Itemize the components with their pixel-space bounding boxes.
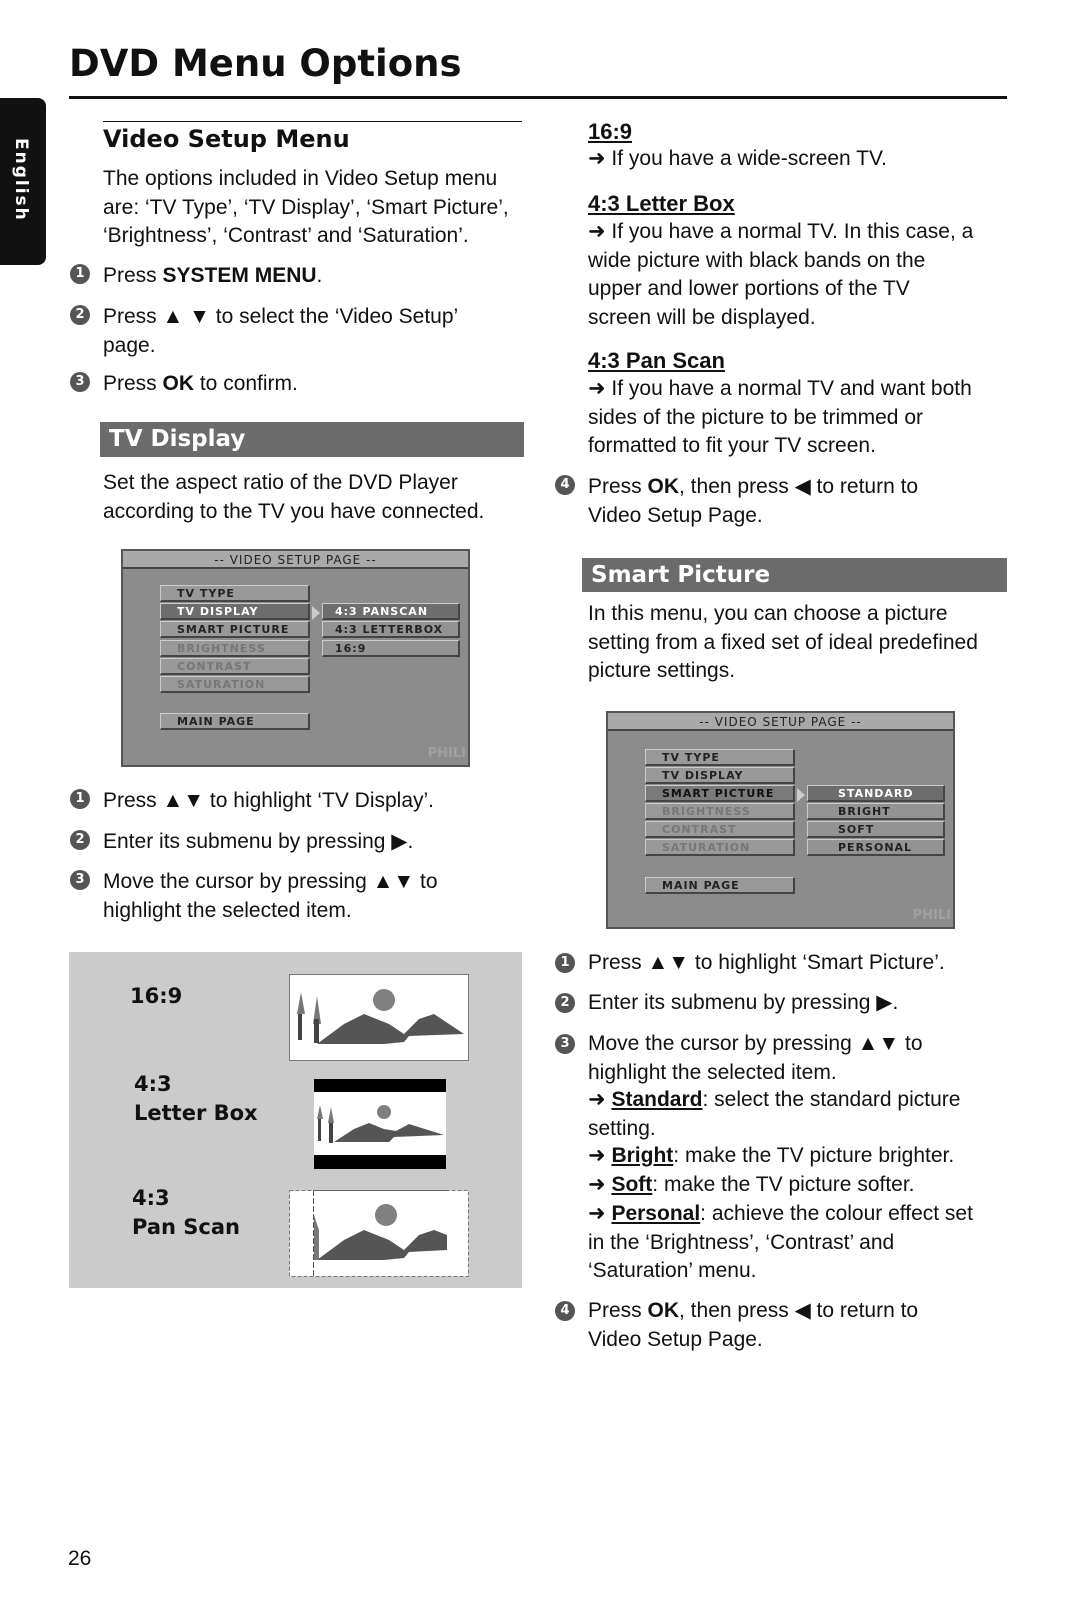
osd-item: SATURATION: [160, 676, 310, 693]
section-heading: Video Setup Menu: [103, 125, 350, 153]
smart-picture-intro: In this menu, you can choose a picture se…: [588, 602, 978, 682]
option-desc: ➜ If you have a normal TV and want both s…: [588, 377, 972, 457]
option-title-16-9: 16:9: [588, 119, 633, 144]
osd-watermark: PHILI: [912, 908, 951, 923]
osd-item: BRIGHTNESS: [645, 803, 795, 820]
osd-header: -- VIDEO SETUP PAGE --: [608, 713, 953, 731]
osd-subitem: PERSONAL: [807, 839, 945, 856]
step-number: 1: [70, 264, 90, 284]
step-text: Press ▲▼ to highlight ‘Smart Picture’.: [588, 951, 945, 974]
osd-tv-display: -- VIDEO SETUP PAGE -- TV TYPE TV DISPLA…: [121, 549, 470, 767]
osd-subitem: 16:9: [322, 640, 460, 657]
osd-item: SMART PICTURE: [160, 621, 310, 638]
step-number: 3: [70, 372, 90, 392]
choice-personal: ➜ Personal: achieve the colour effect se…: [588, 1202, 973, 1282]
osd-subitem: STANDARD: [807, 785, 945, 802]
illus-label: 16:9: [130, 984, 183, 1008]
step-number: 4: [555, 475, 575, 495]
step-text: Enter its submenu by pressing ▶.: [103, 830, 414, 853]
intro-text: The options included in Video Setup menu…: [103, 167, 509, 247]
osd-main-page: MAIN PAGE: [160, 713, 310, 730]
osd-subitem: 4:3 PANSCAN: [322, 603, 460, 620]
page-title: DVD Menu Options: [69, 42, 462, 85]
step-number: 1: [70, 789, 90, 809]
language-tab: English: [0, 98, 46, 265]
step-text: Press OK, then press ◀ to return to Video…: [588, 1299, 919, 1351]
step-number: 3: [555, 1034, 575, 1054]
osd-item: CONTRAST: [645, 821, 795, 838]
step-text: Move the cursor by pressing ▲▼ to highlig…: [588, 1032, 923, 1084]
page-number: 26: [68, 1547, 92, 1570]
option-desc: ➜ If you have a normal TV. In this case,…: [588, 220, 974, 329]
language-label: English: [11, 138, 31, 222]
step-number: 2: [555, 993, 575, 1013]
osd-item: TV DISPLAY: [160, 603, 310, 620]
step-number: 1: [555, 953, 575, 973]
step-text: Press ▲▼ to highlight ‘TV Display’.: [103, 789, 435, 812]
osd-smart-picture: -- VIDEO SETUP PAGE -- TV TYPE TV DISPLA…: [606, 711, 955, 929]
tv-display-bar: TV Display: [100, 422, 524, 457]
step-number: 4: [555, 1301, 575, 1321]
osd-item: SMART PICTURE: [645, 785, 795, 802]
osd-item: TV DISPLAY: [645, 767, 795, 784]
option-title-letterbox: 4:3 Letter Box: [588, 191, 735, 216]
step-text: Press OK to confirm.: [103, 372, 298, 395]
step-text: Enter its submenu by pressing ▶.: [588, 991, 899, 1014]
step-text: Press ▲ ▼ to select the ‘Video Setup’ pag…: [103, 305, 459, 357]
osd-item: TV TYPE: [160, 585, 310, 602]
step-number: 2: [70, 305, 90, 325]
step-number: 2: [70, 830, 90, 850]
chevron-right-icon: [312, 606, 320, 620]
step-text: Press OK, then press ◀ to return to Video…: [588, 475, 919, 527]
letterbox-picture: [314, 1079, 446, 1169]
osd-subitem: SOFT: [807, 821, 945, 838]
option-desc: ➜ If you have a wide-screen TV.: [588, 147, 887, 170]
step-number: 3: [70, 870, 90, 890]
osd-header: -- VIDEO SETUP PAGE --: [123, 551, 468, 569]
osd-watermark: PHILI: [427, 746, 466, 761]
osd-item: SATURATION: [645, 839, 795, 856]
choice-standard: ➜ Standard: select the standard picture s…: [588, 1088, 961, 1140]
osd-subitem: BRIGHT: [807, 803, 945, 820]
osd-subitem: 4:3 LETTERBOX: [322, 621, 460, 638]
option-title-panscan: 4:3 Pan Scan: [588, 348, 725, 373]
section-rule: [103, 121, 522, 122]
osd-main-page: MAIN PAGE: [645, 877, 795, 894]
smart-picture-bar: Smart Picture: [582, 558, 1007, 592]
widescreen-picture: [289, 974, 469, 1061]
tv-display-intro: Set the aspect ratio of the DVD Player ac…: [103, 471, 485, 523]
osd-item: BRIGHTNESS: [160, 640, 310, 657]
step-text: Move the cursor by pressing ▲▼ to highlig…: [103, 870, 438, 922]
panscan-picture: [289, 1190, 469, 1277]
choice-bright: ➜ Bright: make the TV picture brighter.: [588, 1144, 955, 1167]
illus-label: 4:3 Pan Scan: [132, 1186, 240, 1239]
illus-label: 4:3 Letter Box: [134, 1072, 258, 1125]
title-rule: [69, 96, 1007, 99]
step-text: Press SYSTEM MENU.: [103, 264, 323, 287]
chevron-right-icon: [797, 788, 805, 802]
osd-item: CONTRAST: [160, 658, 310, 675]
aspect-illustrations: 16:9 4:3 Letter Box 4:3 Pan Scan: [69, 952, 522, 1288]
choice-soft: ➜ Soft: make the TV picture softer.: [588, 1173, 915, 1196]
osd-item: TV TYPE: [645, 749, 795, 766]
